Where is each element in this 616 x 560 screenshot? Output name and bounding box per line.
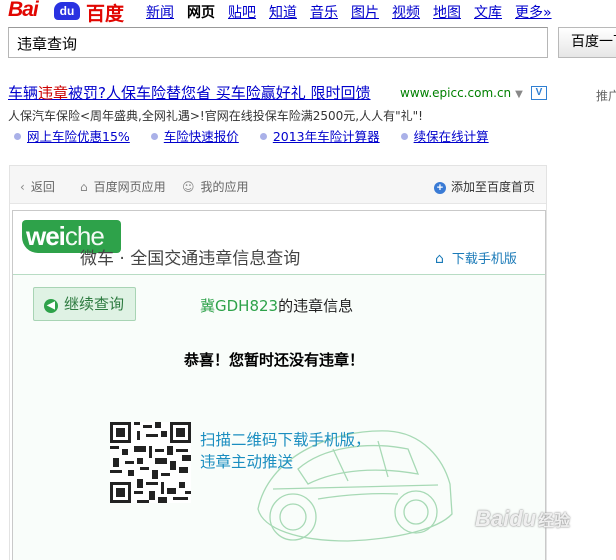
ad-url: www.epicc.com.cn ▼ [400, 86, 523, 100]
left-arrow-icon: ◀ [44, 299, 58, 313]
web-apps-label: 百度网页应用 [93, 180, 166, 194]
scan-line-2: 违章主动推送 [200, 453, 294, 471]
my-apps-label: 我的应用 [200, 180, 249, 194]
download-label: 下载手机版 [451, 252, 517, 267]
app-title: 微车 · 全国交通违章信息查询 [80, 249, 301, 269]
logo-bai: Bai [8, 0, 39, 21]
back-arrow-icon: ‹ [20, 180, 25, 194]
plate-number: 冀GDH823 [200, 297, 279, 315]
sitelink[interactable]: 网上车险优惠15% [27, 129, 130, 144]
sitelink[interactable]: 车险快速报价 [164, 129, 239, 144]
logo-cn: 百度 [86, 3, 125, 25]
ad-description: 人保汽车保险<周年盛典,全网礼遇>!官网在线投保车险满2500元,人人有"礼"! [8, 109, 423, 123]
download-mobile-link[interactable]: ⌂ 下载手机版 [435, 248, 517, 267]
bullet-icon [259, 133, 267, 140]
verified-v-icon[interactable]: V [531, 86, 547, 100]
ad-sitelinks: 网上车险优惠15% 车险快速报价 2013年车险计算器 续保在线计算 [8, 126, 502, 145]
bullet-icon [14, 133, 21, 140]
search-input[interactable]: 违章查询 [8, 27, 548, 58]
weiche-app: weiche 微车 · 全国交通违章信息查询 ⌂ 下载手机版 ◀ 继续查询 冀GDH… [12, 210, 546, 560]
ad-title-keyword[interactable]: 违章 [38, 84, 68, 102]
home-icon: ⌂ [80, 180, 88, 194]
app-box: ‹ 返回 ⌂ 百度网页应用 ☺ 我的应用 + 添加至百度首页 weiche 微车 · 全… [9, 165, 547, 560]
nav-tieba[interactable]: 贴吧 [228, 5, 256, 21]
watermark-brand: Baidu [475, 506, 537, 531]
ad-title[interactable]: 车辆违章被罚?人保车险替您省 买车险赢好礼 限时回馈 [8, 82, 371, 103]
logo-wei: wei [26, 221, 66, 251]
ad-title-b[interactable]: 被罚?人保车险替您省 买车险赢好礼 限时回馈 [68, 84, 371, 102]
continue-query-button[interactable]: ◀ 继续查询 [33, 287, 136, 321]
bullet-icon [400, 133, 408, 140]
dropdown-icon[interactable]: ▼ [515, 89, 523, 100]
ad-url-text: www.epicc.com.cn [400, 86, 512, 100]
nav-web[interactable]: 网页 [187, 5, 215, 21]
add-label: 添加至百度首页 [451, 180, 536, 194]
nav-zhidao[interactable]: 知道 [269, 5, 297, 21]
nav-video[interactable]: 视频 [392, 5, 420, 21]
promo-label: 推广 [596, 89, 616, 103]
nav-images[interactable]: 图片 [351, 5, 379, 21]
baidu-jingyan-watermark: Baidu 经验 [475, 506, 570, 532]
watermark-suffix: 经验 [538, 513, 571, 530]
baidu-logo[interactable]: Bai du 百度 [8, 0, 130, 25]
scan-prompt: 扫描二维码下载手机版， 违章主动推送 [200, 429, 371, 473]
user-icon: ☺ [182, 180, 195, 194]
plate-suffix: 的违章信息 [278, 297, 354, 315]
back-link[interactable]: ‹ 返回 [20, 178, 55, 195]
qr-code-icon [110, 422, 191, 503]
add-to-homepage-link[interactable]: + 添加至百度首页 [434, 178, 535, 195]
nav-more[interactable]: 更多» [515, 5, 552, 21]
my-apps-link[interactable]: ☺ 我的应用 [182, 178, 249, 195]
nav-news[interactable]: 新闻 [146, 5, 174, 21]
top-nav: 新闻 网页 贴吧 知道 音乐 图片 视频 地图 文库 更多» [146, 2, 565, 22]
sitelink[interactable]: 续保在线计算 [414, 129, 489, 144]
plate-line: 冀GDH823的违章信息 [200, 295, 353, 316]
add-circle-icon: + [434, 182, 446, 194]
back-label: 返回 [30, 180, 55, 194]
car-illustration [257, 430, 453, 542]
search-button[interactable]: 百度一下 [558, 27, 616, 58]
nav-wenku[interactable]: 文库 [474, 5, 502, 21]
web-apps-link[interactable]: ⌂ 百度网页应用 [80, 178, 166, 195]
nav-map[interactable]: 地图 [433, 5, 461, 21]
sitelink[interactable]: 2013年车险计算器 [273, 129, 380, 144]
continue-label: 继续查询 [64, 295, 125, 313]
app-header: weiche 微车 · 全国交通违章信息查询 ⌂ 下载手机版 [13, 211, 545, 275]
nav-music[interactable]: 音乐 [310, 5, 338, 21]
bullet-icon [150, 133, 158, 140]
result-message: 恭喜！您暂时还没有违章！ [184, 351, 365, 369]
logo-du: du [54, 2, 80, 20]
scan-line-1: 扫描二维码下载手机版， [200, 431, 371, 449]
app-toolbar: ‹ 返回 ⌂ 百度网页应用 ☺ 我的应用 + 添加至百度首页 [10, 166, 546, 204]
ad-title-a[interactable]: 车辆 [8, 84, 38, 102]
house-icon: ⌂ [435, 251, 444, 267]
